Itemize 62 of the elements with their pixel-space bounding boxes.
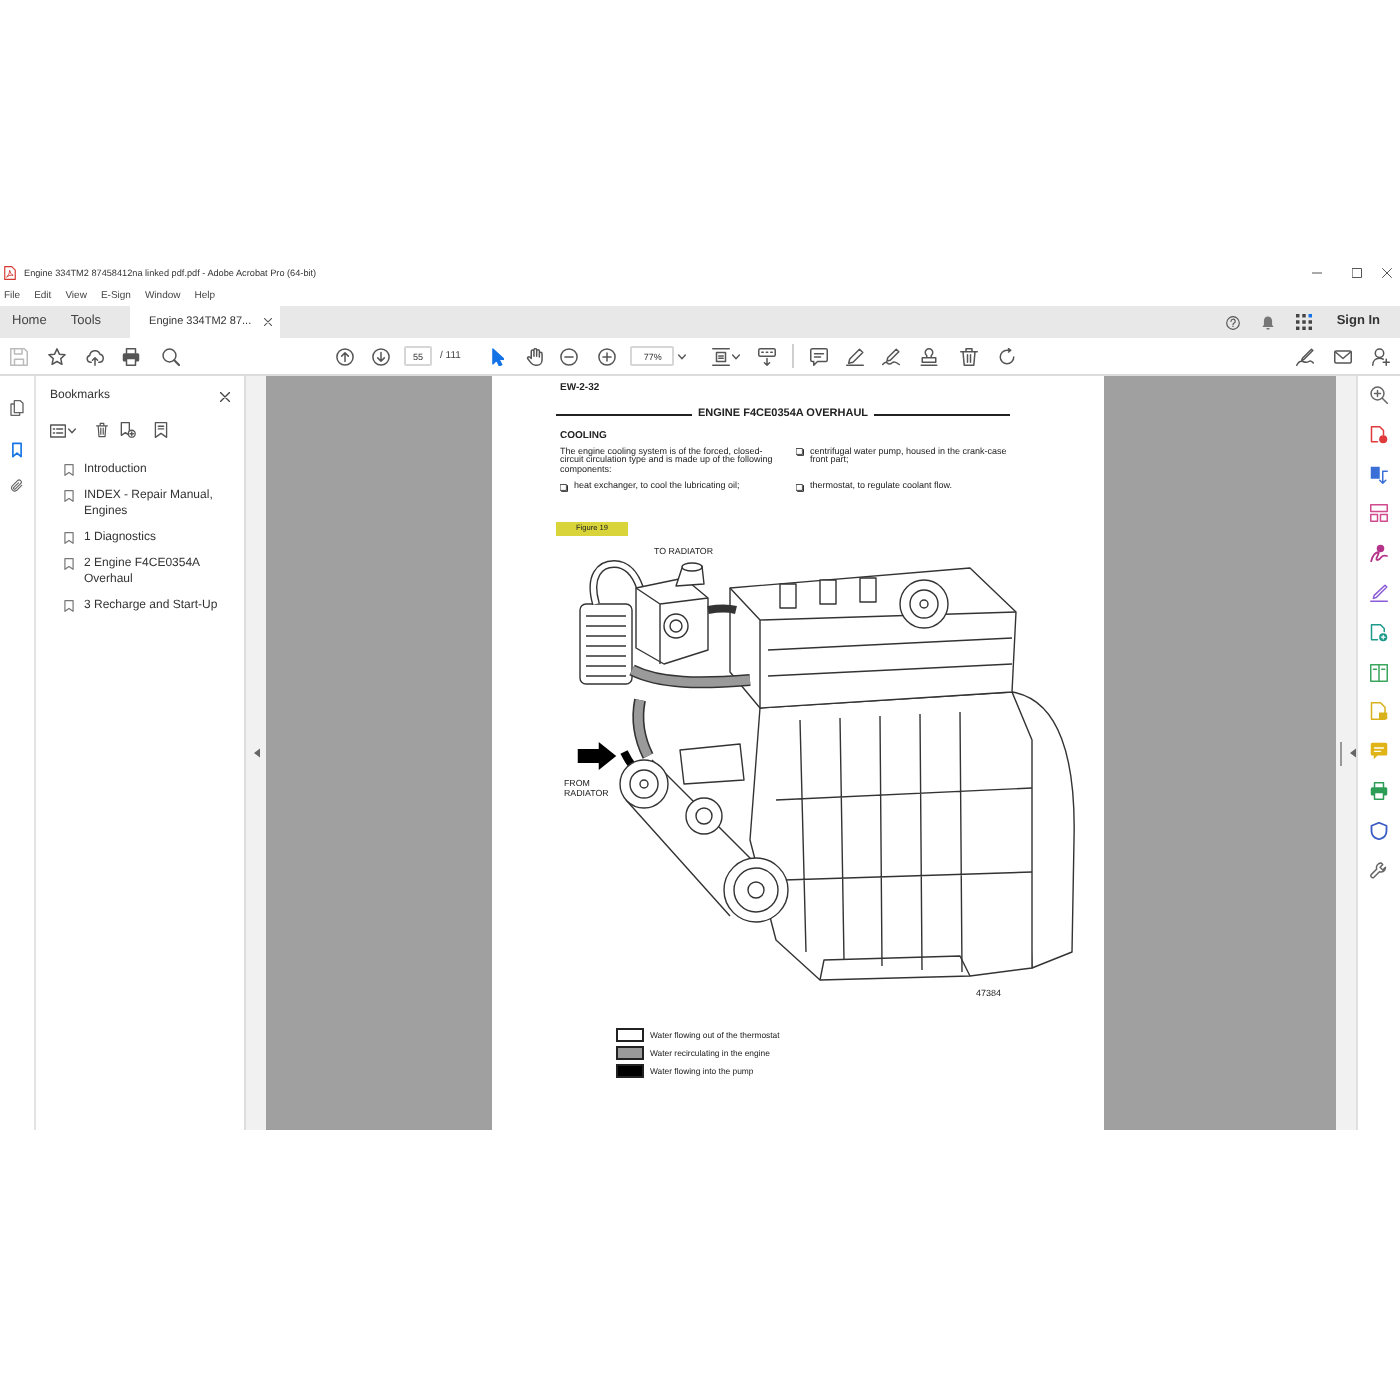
- comment-icon[interactable]: [810, 347, 829, 365]
- help-icon[interactable]: [1226, 315, 1241, 329]
- user-add-icon[interactable]: [1372, 347, 1390, 365]
- pen-icon[interactable]: [1370, 583, 1388, 602]
- thermostat-drawing: [578, 559, 710, 686]
- caret-icon[interactable]: [732, 353, 741, 359]
- collapse-arrow-icon[interactable]: [1350, 748, 1356, 758]
- zoom-in-icon[interactable]: [1370, 386, 1388, 404]
- bookmark-lines-icon[interactable]: [154, 422, 168, 438]
- pages-icon[interactable]: [10, 400, 24, 416]
- circular-arrow-icon[interactable]: [998, 347, 1017, 365]
- star-icon[interactable]: [48, 347, 66, 365]
- print-icon[interactable]: [122, 347, 140, 365]
- mail-icon[interactable]: [1334, 347, 1352, 365]
- zoom-out-icon[interactable]: [560, 347, 579, 365]
- close-icon[interactable]: [1382, 268, 1392, 278]
- columns-icon[interactable]: [1370, 663, 1388, 682]
- arrow-icon: [576, 741, 618, 770]
- draw-icon[interactable]: [882, 347, 901, 365]
- zoom-in-icon[interactable]: [598, 347, 617, 365]
- apps-grid-icon[interactable]: [1296, 314, 1313, 330]
- maximize-icon[interactable]: [1352, 268, 1362, 278]
- arrow-up-circle-icon[interactable]: [336, 347, 354, 365]
- options-icon[interactable]: [50, 423, 66, 437]
- bookmark-icon: [64, 558, 74, 570]
- pdf-file-icon: [4, 266, 16, 280]
- bookmark-icon: [64, 490, 74, 502]
- layout-icon[interactable]: [1370, 504, 1388, 523]
- print-icon[interactable]: [1370, 781, 1388, 800]
- document-plus-icon[interactable]: [1370, 623, 1388, 642]
- bookmark-icon: [64, 532, 74, 544]
- square-bullet-icon: [796, 448, 804, 457]
- highlighter-icon[interactable]: [846, 347, 865, 365]
- trash-icon[interactable]: [960, 347, 979, 365]
- bookmark-plus-icon[interactable]: [120, 422, 136, 438]
- stamp-icon[interactable]: [920, 347, 939, 365]
- close-icon[interactable]: [220, 391, 230, 401]
- document-arrow-icon[interactable]: [1370, 465, 1388, 484]
- bell-icon[interactable]: [1262, 315, 1275, 329]
- square-bullet-icon: [560, 483, 568, 492]
- arrow-down-circle-icon[interactable]: [372, 347, 390, 365]
- bookmark-icon: [64, 600, 74, 612]
- hand-icon[interactable]: [526, 347, 545, 365]
- bookmark-icon: [64, 464, 74, 476]
- square-bullet-icon: [796, 483, 804, 492]
- shield-icon[interactable]: [1370, 821, 1388, 840]
- scroll-icon[interactable]: [758, 347, 777, 365]
- signature-icon[interactable]: [1370, 544, 1388, 563]
- caret-icon[interactable]: [678, 353, 687, 359]
- caret-icon[interactable]: [68, 427, 76, 433]
- pointer-icon[interactable]: [492, 347, 505, 365]
- paperclip-icon[interactable]: [10, 478, 24, 494]
- wrench-icon[interactable]: [1370, 861, 1388, 880]
- collapse-arrow-icon[interactable]: [253, 748, 259, 758]
- document-badge-icon[interactable]: [1370, 425, 1388, 444]
- trash-icon[interactable]: [96, 422, 108, 438]
- bookmark-icon[interactable]: [12, 442, 22, 458]
- cloud-upload-icon[interactable]: [86, 347, 104, 365]
- fit-page-icon[interactable]: [712, 347, 731, 365]
- pen-icon[interactable]: [1296, 347, 1314, 365]
- search-icon[interactable]: [162, 347, 180, 365]
- close-icon[interactable]: [263, 318, 272, 326]
